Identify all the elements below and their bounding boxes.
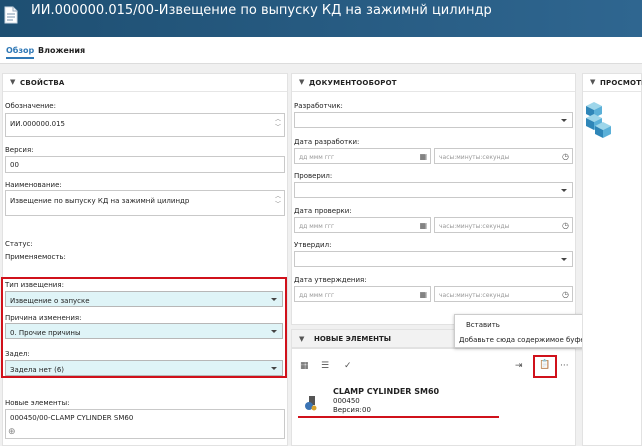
- paste-icon[interactable]: 📋: [539, 360, 550, 370]
- notice-type-label: Тип извещения:: [5, 281, 64, 289]
- spinner-icon[interactable]: ︿ ﹀: [275, 116, 281, 132]
- calendar-icon[interactable]: ▦: [419, 152, 427, 161]
- properties-header[interactable]: ▼ СВОЙСТВА: [3, 74, 287, 92]
- clock-icon[interactable]: ◷: [562, 152, 569, 161]
- caret-down-icon: [271, 330, 277, 333]
- item-name[interactable]: CLAMP CYLINDER SM60: [333, 387, 439, 396]
- caret-down-icon: [271, 298, 277, 301]
- designation-label: Обозначение:: [5, 102, 56, 110]
- checker-label: Проверил:: [294, 172, 333, 180]
- preview-header[interactable]: ▼ ПРОСМОТР: [583, 74, 642, 92]
- preview-title: ПРОСМОТР: [600, 79, 642, 87]
- tab-attachments[interactable]: Вложения: [38, 46, 85, 55]
- name-field[interactable]: Извещение по выпуску КД на зажимнй цилин…: [5, 190, 285, 216]
- workflow-title: ДОКУМЕНТООБОРОТ: [309, 79, 397, 87]
- menu-item-paste[interactable]: Вставить: [466, 321, 500, 329]
- approver-select[interactable]: [294, 251, 573, 267]
- dev-date-input[interactable]: дд ммм ггг ▦: [294, 148, 431, 164]
- clock-icon[interactable]: ◷: [562, 290, 569, 299]
- version-field[interactable]: 00: [5, 156, 285, 173]
- caret-down-icon: [271, 367, 277, 370]
- chevron-down-icon: ▼: [10, 78, 16, 86]
- chevron-down-icon: ▼: [299, 78, 305, 86]
- version-label: Версия:: [5, 146, 34, 154]
- part-icon: [305, 396, 317, 411]
- caret-down-icon: [561, 189, 567, 192]
- developer-select[interactable]: [294, 112, 573, 128]
- tab-bar: Обзор Вложения: [0, 37, 642, 64]
- list-check-icon[interactable]: ☰: [321, 361, 329, 371]
- approve-time-input[interactable]: часы:минуты:секунды ◷: [434, 286, 573, 302]
- backlog-select[interactable]: Задела нет (6): [5, 360, 283, 376]
- calendar-icon[interactable]: ▦: [419, 221, 427, 230]
- item-version-label: Версия:: [333, 406, 362, 414]
- new-elements-field[interactable]: 000450/00-CLAMP CYLINDER SM60 ⊕: [5, 409, 285, 439]
- underline-highlight: [298, 416, 499, 418]
- window-header: ИИ.000000.015/00-Извещение по выпуску КД…: [0, 0, 642, 37]
- reason-label: Причина изменения:: [5, 314, 82, 322]
- calendar-icon[interactable]: ▦: [419, 290, 427, 299]
- developer-label: Разработчик:: [294, 102, 343, 110]
- properties-title: СВОЙСТВА: [20, 79, 65, 87]
- backlog-label: Задел:: [5, 350, 30, 358]
- applicability-label: Применяемость:: [5, 253, 66, 261]
- document-icon: [4, 6, 18, 24]
- reason-select[interactable]: 0. Прочие причины: [5, 323, 283, 339]
- grid-icon[interactable]: ▦: [300, 361, 309, 371]
- status-label: Статус:: [5, 240, 33, 248]
- caret-down-icon: [561, 119, 567, 122]
- cubes-icon: [586, 102, 611, 138]
- dev-time-input[interactable]: часы:минуты:секунды ◷: [434, 148, 573, 164]
- chevron-down-icon: ▼: [590, 78, 596, 86]
- item-version-value: 00: [362, 406, 371, 414]
- designation-field[interactable]: ИИ.000000.015 ︿ ﹀: [5, 113, 285, 137]
- tab-overview[interactable]: Обзор: [6, 46, 35, 59]
- new-elements-title: НОВЫЕ ЭЛЕМЕНТЫ: [314, 335, 391, 343]
- checker-select[interactable]: [294, 182, 573, 198]
- name-label: Наименование:: [5, 181, 62, 189]
- item-number: 000450: [333, 397, 360, 405]
- caret-down-icon: [561, 258, 567, 261]
- approver-label: Утвердил:: [294, 241, 332, 249]
- check-date-input[interactable]: дд ммм ггг ▦: [294, 217, 431, 233]
- more-icon[interactable]: ···: [560, 361, 569, 371]
- check-icon[interactable]: ✓: [344, 361, 352, 371]
- notice-type-select[interactable]: Извещение о запуске: [5, 291, 283, 307]
- new-elements-label: Новые элементы:: [5, 399, 70, 407]
- spinner-icon[interactable]: ︿ ﹀: [275, 193, 281, 209]
- workflow-header[interactable]: ▼ ДОКУМЕНТООБОРОТ: [292, 74, 575, 92]
- chevron-down-icon: ▼: [299, 335, 305, 343]
- check-time-input[interactable]: часы:минуты:секунды ◷: [434, 217, 573, 233]
- approve-date-label: Дата утверждения:: [294, 276, 367, 284]
- dev-date-label: Дата разработки:: [294, 138, 360, 146]
- page-title: ИИ.000000.015/00-Извещение по выпуску КД…: [31, 3, 492, 18]
- add-icon[interactable]: ⊕: [8, 427, 16, 437]
- export-icon[interactable]: ⇥: [515, 361, 523, 371]
- check-date-label: Дата проверки:: [294, 207, 352, 215]
- approve-date-input[interactable]: дд ммм ггг ▦: [294, 286, 431, 302]
- clock-icon[interactable]: ◷: [562, 221, 569, 230]
